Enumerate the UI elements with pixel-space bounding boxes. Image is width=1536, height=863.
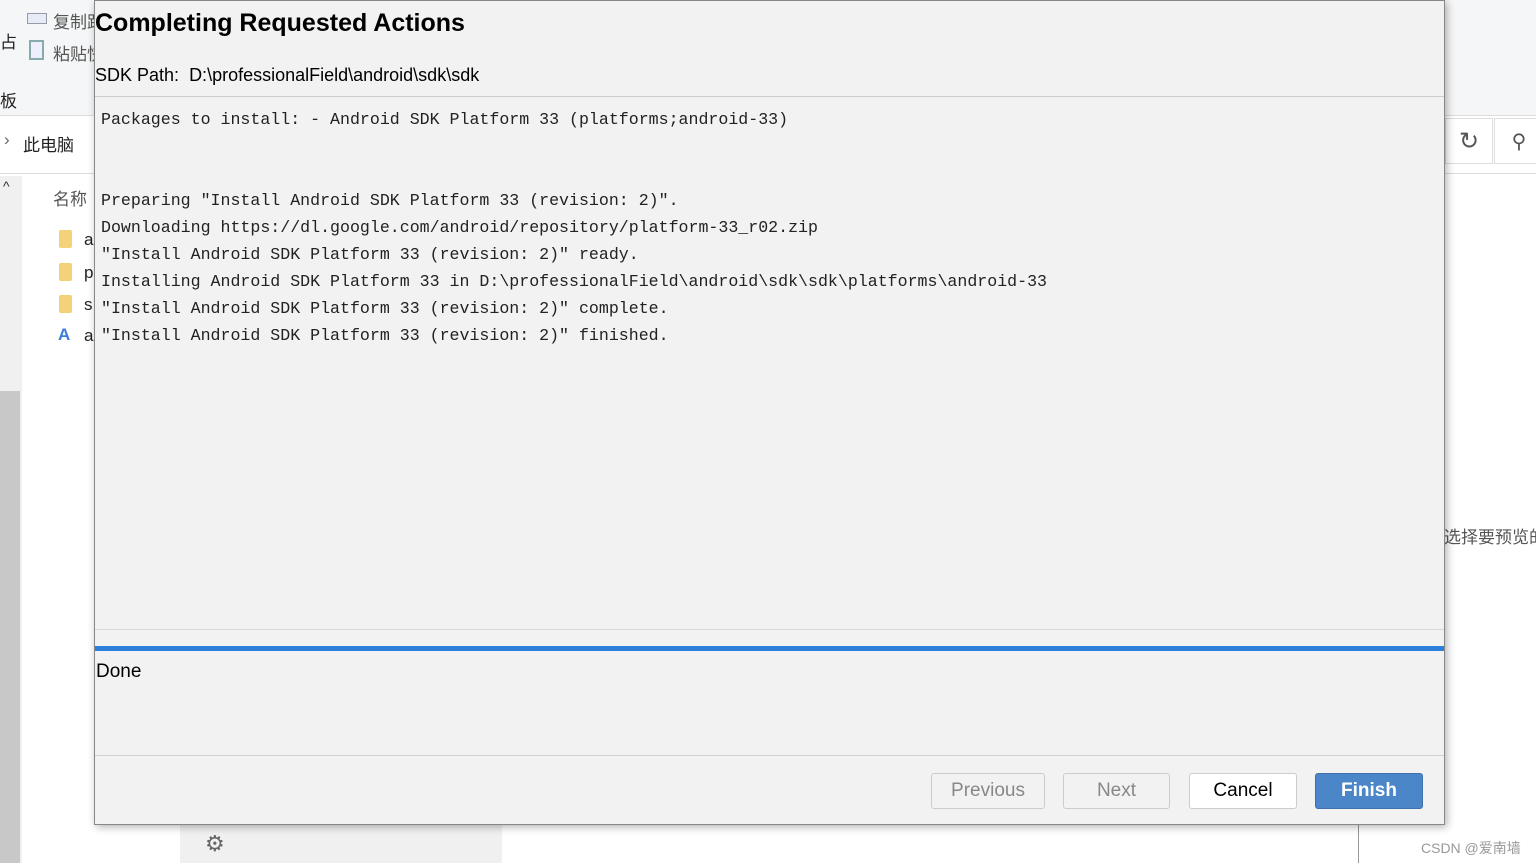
dialog-title: Completing Requested Actions xyxy=(95,9,465,37)
scroll-up-icon[interactable]: ^ xyxy=(3,178,10,194)
progress-bar xyxy=(95,646,1444,651)
install-log[interactable]: Packages to install: - Android SDK Platf… xyxy=(95,96,1444,630)
refresh-icon[interactable]: ↻ xyxy=(1445,118,1493,164)
divider xyxy=(95,755,1444,756)
status-text: Done xyxy=(96,661,142,682)
file-item[interactable]: p xyxy=(84,263,93,283)
install-log-text: Packages to install: - Android SDK Platf… xyxy=(101,110,1047,345)
finish-button[interactable]: Finish xyxy=(1315,773,1423,809)
file-item[interactable]: s xyxy=(84,295,93,315)
folder-icon xyxy=(59,230,72,248)
clipboard-group-label: 板 xyxy=(0,92,17,111)
folder-icon xyxy=(59,263,72,281)
file-item[interactable]: a xyxy=(84,230,93,250)
paste-shortcut-icon xyxy=(29,40,44,60)
sdk-path-value: D:\professionalField\android\sdk\sdk xyxy=(189,65,480,85)
android-studio-icon: A xyxy=(58,325,71,344)
file-item[interactable]: a xyxy=(84,326,93,346)
ribbon-text: 占 xyxy=(0,33,17,52)
cancel-button[interactable]: Cancel xyxy=(1189,773,1297,809)
column-header-name[interactable]: 名称 xyxy=(53,185,87,210)
sdk-path: SDK Path: D:\professionalField\android\s… xyxy=(95,65,479,86)
folder-icon xyxy=(59,295,72,313)
scrollbar[interactable]: ^ xyxy=(0,176,22,863)
sdk-path-label: SDK Path: xyxy=(95,65,180,85)
settings-strip: ⚙ xyxy=(180,825,502,863)
search-icon[interactable]: ⚲ xyxy=(1494,118,1536,164)
preview-placeholder: 选择要预览的 xyxy=(1444,528,1536,547)
breadcrumb-this-pc[interactable]: 此电脑 xyxy=(23,131,74,156)
next-button[interactable]: Next xyxy=(1063,773,1170,809)
chevron-right-icon: › xyxy=(4,130,10,149)
copy-path-icon xyxy=(27,13,47,24)
progress-fill xyxy=(95,646,1444,651)
watermark: CSDN @爱南墙 xyxy=(1421,840,1521,856)
gear-icon[interactable]: ⚙ xyxy=(205,831,225,857)
divider xyxy=(1358,825,1359,863)
sdk-install-dialog: Completing Requested Actions SDK Path: D… xyxy=(94,0,1445,825)
scrollbar-thumb[interactable] xyxy=(0,391,20,863)
previous-button[interactable]: Previous xyxy=(931,773,1045,809)
